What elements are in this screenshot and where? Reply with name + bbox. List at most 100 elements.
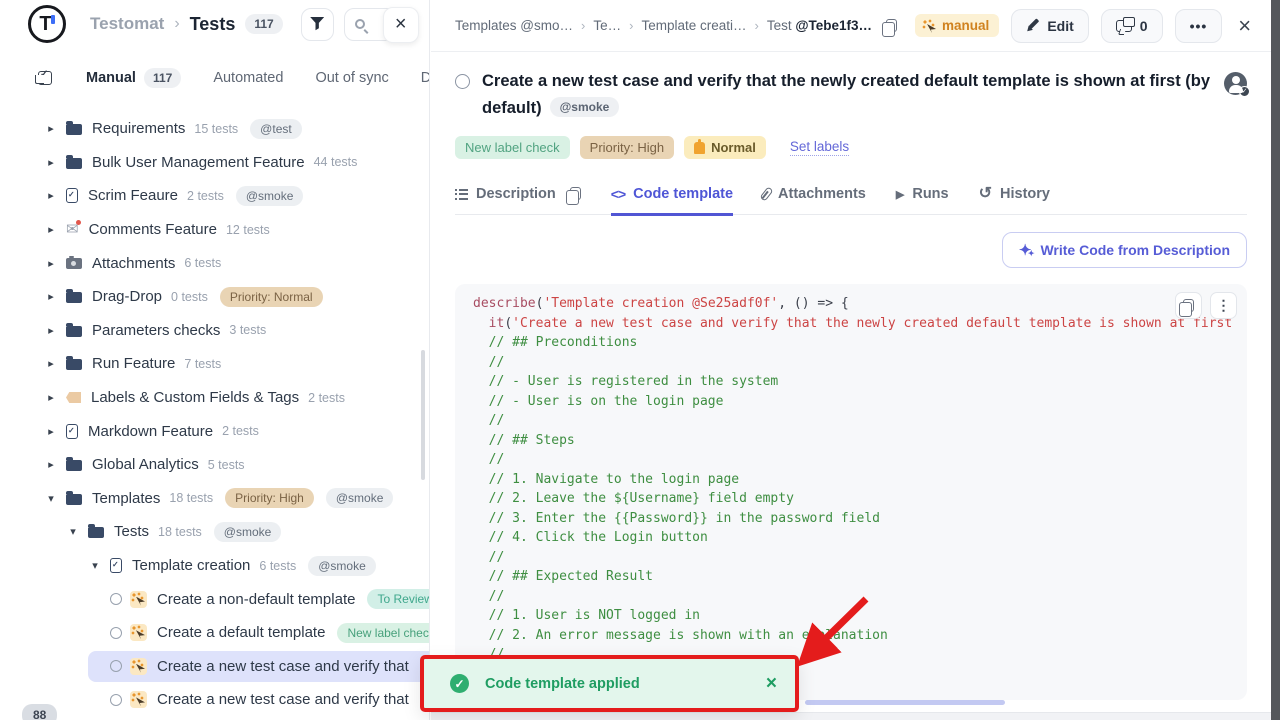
item-test-count: 2 tests xyxy=(187,189,224,203)
toast-message: Code template applied xyxy=(485,676,640,692)
tab-manual[interactable]: Manual117 xyxy=(86,68,181,88)
tab-code-template[interactable]: <>Code template xyxy=(611,186,733,216)
item-name: Global Analytics xyxy=(92,456,199,473)
code-line: // 2. Leave the ${Username} field empty xyxy=(473,489,1247,509)
item-name: Create a default template xyxy=(157,624,325,641)
tree-folder-item[interactable]: Requirements15 tests@test xyxy=(0,112,430,146)
tree-test-item[interactable]: Create a default templateNew label check xyxy=(0,616,430,650)
document-icon xyxy=(110,558,122,573)
test-status-circle-icon[interactable] xyxy=(455,74,470,89)
code-content: describe('Template creation @Se25adf0f',… xyxy=(473,294,1247,684)
tab-runs[interactable]: ▶Runs xyxy=(896,186,949,214)
breadcrumb-templates[interactable]: Templates @smo… xyxy=(455,18,573,33)
comments-icon xyxy=(1116,20,1132,32)
select-all-icon[interactable] xyxy=(38,71,52,85)
tree-folder-item[interactable]: Templates18 testsPriority: High@smoke xyxy=(0,482,430,516)
test-circle-icon[interactable] xyxy=(110,593,122,605)
item-test-count: 2 tests xyxy=(308,391,345,405)
brand-name[interactable]: Testomat xyxy=(90,14,164,34)
chevron-right-icon[interactable] xyxy=(44,189,58,202)
chevron-right-icon[interactable] xyxy=(44,324,58,337)
code-editor[interactable]: describe('Template creation @Se25adf0f',… xyxy=(455,284,1247,700)
breadcrumb-current-test[interactable]: Test @Tebe1f3… xyxy=(767,18,872,33)
tree-folder-item[interactable]: Drag-Drop0 testsPriority: Normal xyxy=(0,280,430,314)
close-search-button[interactable]: × xyxy=(383,7,419,43)
set-labels-link[interactable]: Set labels xyxy=(790,139,849,156)
comments-button[interactable]: 0 xyxy=(1101,9,1163,43)
tree-folder-item[interactable]: Attachments6 tests xyxy=(0,246,430,280)
chevron-right-icon[interactable] xyxy=(44,223,58,236)
chevron-down-icon[interactable] xyxy=(44,492,58,505)
manual-test-icon xyxy=(130,691,147,708)
chevron-right-icon[interactable] xyxy=(44,122,58,135)
folder-icon xyxy=(66,494,82,505)
tree-folder-item[interactable]: Scrim Feaure2 tests@smoke xyxy=(0,179,430,213)
edit-button[interactable]: Edit xyxy=(1011,9,1088,43)
mail-icon: ✉ xyxy=(66,222,79,237)
chevron-right-icon[interactable] xyxy=(44,290,58,303)
tree-folder-item[interactable]: Parameters checks3 tests xyxy=(0,314,430,348)
item-name: Labels & Custom Fields & Tags xyxy=(91,389,299,406)
chevron-down-icon[interactable] xyxy=(66,525,80,538)
tree-folder-item[interactable]: Bulk User Management Feature44 tests xyxy=(0,146,430,180)
chevron-right-icon[interactable] xyxy=(44,156,58,169)
test-circle-icon[interactable] xyxy=(110,660,122,672)
sidebar-scrollbar[interactable] xyxy=(421,350,425,480)
chevron-down-icon[interactable] xyxy=(88,559,102,572)
test-tree: Requirements15 tests@testBulk User Manag… xyxy=(0,112,430,720)
assignee-check-icon: ✓ xyxy=(1239,86,1250,97)
title-smoke-tag: @smoke xyxy=(550,97,620,117)
tab-history[interactable]: ↺History xyxy=(979,186,1050,214)
code-line: // xyxy=(473,548,1247,568)
tree-folder-item[interactable]: Run Feature7 tests xyxy=(0,347,430,381)
tab-attachments[interactable]: Attachments xyxy=(763,186,866,214)
copy-test-id-icon[interactable] xyxy=(886,19,897,32)
search-input[interactable]: × xyxy=(344,8,416,41)
code-line: // ## Steps xyxy=(473,431,1247,451)
chevron-right-icon[interactable] xyxy=(44,391,58,404)
copy-code-button[interactable] xyxy=(1175,292,1202,319)
filter-button[interactable] xyxy=(301,8,334,41)
toast-close-button[interactable]: × xyxy=(766,673,777,695)
tab-detached[interactable]: Detached xyxy=(421,70,430,86)
code-menu-button[interactable]: ⋮ xyxy=(1210,292,1237,319)
item-test-count: 2 tests xyxy=(222,424,259,438)
tree-folder-item[interactable]: ✉Comments Feature12 tests xyxy=(0,213,430,247)
tree-folder-item[interactable]: Labels & Custom Fields & Tags 2 tests xyxy=(0,381,430,415)
tree-folder-item[interactable]: Markdown Feature2 tests xyxy=(0,414,430,448)
tree-folder-item[interactable]: Template creation6 tests@smoke xyxy=(0,549,430,583)
item-badge: Priority: Normal xyxy=(220,287,323,307)
tree-folder-item[interactable]: Tests18 tests@smoke xyxy=(0,515,430,549)
code-line: // 2. An error message is shown with an … xyxy=(473,626,1247,646)
test-circle-icon[interactable] xyxy=(110,694,122,706)
tab-description[interactable]: Description xyxy=(455,186,556,214)
item-name: Templates xyxy=(92,490,160,507)
testomat-logo-icon[interactable]: T xyxy=(28,5,66,43)
title-section: Create a new test case and verify that t… xyxy=(431,52,1271,123)
item-badge: @smoke xyxy=(326,488,394,508)
chevron-right-icon[interactable] xyxy=(44,458,58,471)
horizontal-scrollbar[interactable] xyxy=(805,700,1005,705)
chevron-right-icon[interactable] xyxy=(44,425,58,438)
chevron-right-icon[interactable] xyxy=(44,357,58,370)
item-name: Attachments xyxy=(92,255,175,272)
tree-test-item[interactable]: Create a non-default templateTo Review xyxy=(0,582,430,616)
write-code-from-description-button[interactable]: ✦✦Write Code from Description xyxy=(1002,232,1247,268)
item-name: Run Feature xyxy=(92,355,175,372)
breadcrumb-tests[interactable]: Te… xyxy=(593,18,621,33)
tree-test-item[interactable]: Create a new test case and verify that xyxy=(0,650,430,684)
tree-test-item[interactable]: Create a new test case and verify that xyxy=(0,683,430,717)
tab-out-of-sync[interactable]: Out of sync xyxy=(315,70,388,86)
copy-description-icon[interactable] xyxy=(570,187,581,200)
more-actions-button[interactable]: ••• xyxy=(1175,9,1223,43)
assignee-avatar[interactable]: ✓ xyxy=(1224,72,1247,95)
tab-automated[interactable]: Automated xyxy=(213,70,283,86)
close-panel-button[interactable]: × xyxy=(1238,15,1251,37)
manual-test-icon xyxy=(130,591,147,608)
tree-folder-item[interactable]: Global Analytics 5 tests xyxy=(0,448,430,482)
item-test-count: 5 tests xyxy=(208,458,245,472)
code-line: // 3. Enter the {{Password}} in the pass… xyxy=(473,509,1247,529)
breadcrumb-template-creation[interactable]: Template creati… xyxy=(641,18,746,33)
chevron-right-icon[interactable] xyxy=(44,257,58,270)
test-circle-icon[interactable] xyxy=(110,627,122,639)
